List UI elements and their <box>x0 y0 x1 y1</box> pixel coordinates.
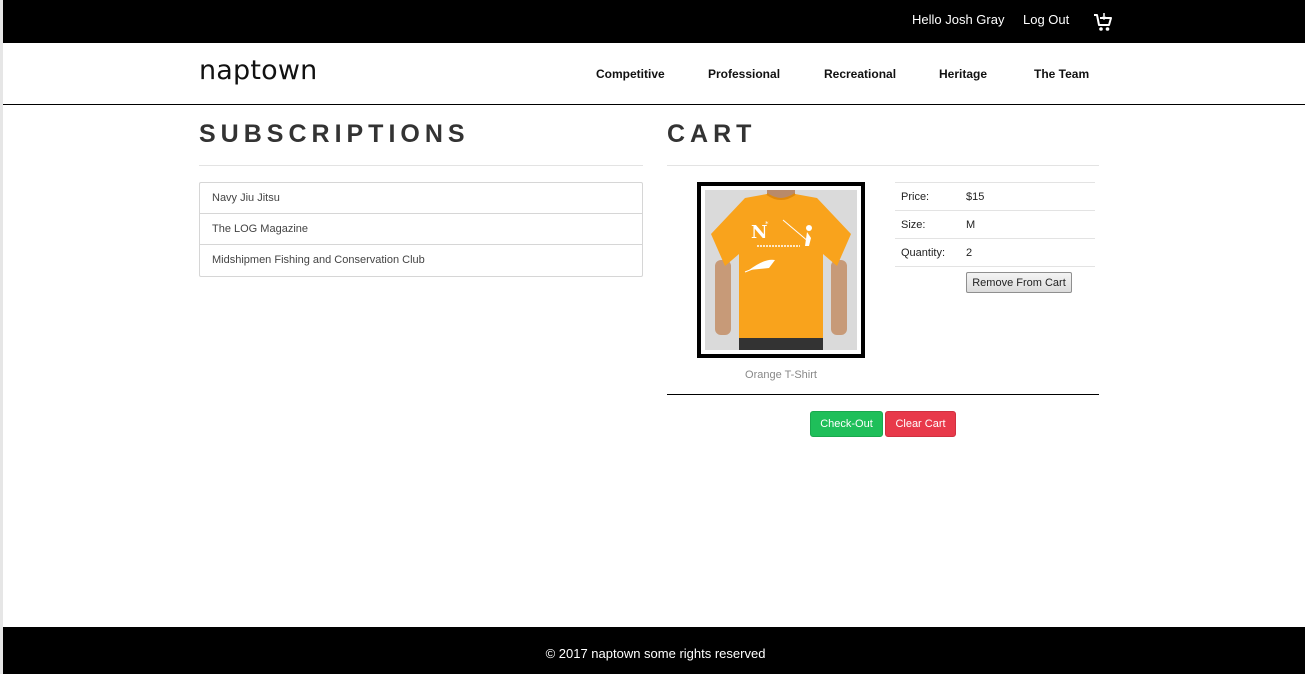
user-greeting: Hello Josh Gray <box>912 12 1005 27</box>
price-row: Price: $15 <box>895 182 1095 210</box>
checkout-button[interactable]: Check-Out <box>810 411 883 437</box>
subscriptions-title: SUBSCRIPTIONS <box>199 120 470 148</box>
copyright-text: © 2017 naptown some rights reserved <box>545 646 766 661</box>
brand-logo[interactable]: naptown <box>199 55 318 86</box>
orange-tshirt-image: N * <box>705 190 857 350</box>
cart-divider-bottom <box>667 394 1099 395</box>
nav-link-competitive[interactable]: Competitive <box>596 67 665 81</box>
cart-item-details: Price: $15 Size: M Quantity: 2 <box>895 182 1095 267</box>
product-image-frame: N * <box>697 182 865 358</box>
subscriptions-divider <box>199 165 643 166</box>
nav-link-recreational[interactable]: Recreational <box>824 67 896 81</box>
clear-cart-button[interactable]: Clear Cart <box>885 411 956 437</box>
nav-link-heritage[interactable]: Heritage <box>939 67 987 81</box>
price-value: $15 <box>966 191 985 203</box>
cart-divider-top <box>667 165 1099 166</box>
remove-from-cart-button[interactable]: Remove From Cart <box>966 272 1072 293</box>
size-row: Size: M <box>895 210 1095 238</box>
quantity-value: 2 <box>966 247 973 259</box>
shopping-cart-icon[interactable] <box>1092 11 1114 33</box>
quantity-row: Quantity: 2 <box>895 238 1095 266</box>
subscriptions-list: Navy Jiu Jitsu The LOG Magazine Midshipm… <box>199 182 643 277</box>
list-item[interactable]: Midshipmen Fishing and Conservation Club <box>200 245 642 276</box>
footer: © 2017 naptown some rights reserved <box>3 627 1305 674</box>
product-caption: Orange T-Shirt <box>745 369 817 381</box>
svg-text:*: * <box>765 220 769 228</box>
details-bottom-border <box>895 266 1095 267</box>
nav-link-the-team[interactable]: The Team <box>1034 67 1089 81</box>
list-item[interactable]: Navy Jiu Jitsu <box>200 183 642 214</box>
size-label: Size: <box>901 219 926 231</box>
main-navbar: naptown Competitive Professional Recreat… <box>3 43 1305 105</box>
logout-link[interactable]: Log Out <box>1023 12 1069 27</box>
size-value: M <box>966 219 976 231</box>
price-label: Price: <box>901 191 930 203</box>
list-item[interactable]: The LOG Magazine <box>200 214 642 245</box>
top-bar: Hello Josh Gray Log Out <box>3 0 1305 43</box>
cart-title: CART <box>667 120 757 148</box>
nav-link-professional[interactable]: Professional <box>708 67 780 81</box>
quantity-label: Quantity: <box>901 247 946 259</box>
